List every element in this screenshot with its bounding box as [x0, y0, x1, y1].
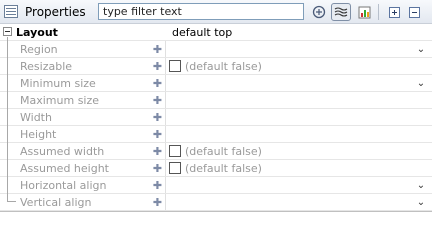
add-property-icon[interactable]: ✚ [150, 194, 166, 210]
sort-properties-button[interactable] [310, 3, 328, 21]
chevron-down-icon[interactable]: ⌄ [414, 75, 428, 91]
chevron-down-icon[interactable]: ⌄ [414, 194, 428, 210]
property-row-minimum-size[interactable]: Minimum size ✚ ⌄ [0, 75, 432, 92]
toolbar-separator [378, 4, 379, 20]
show-advanced-icon [334, 7, 348, 17]
property-group-layout[interactable]: Layout default top [0, 24, 432, 41]
chevron-down-icon[interactable]: ⌄ [414, 41, 428, 57]
add-property-icon[interactable]: ✚ [150, 75, 166, 91]
property-name: Resizable [20, 60, 73, 73]
tree-connector-end [7, 201, 16, 202]
property-row-maximum-size[interactable]: Maximum size ✚ [0, 92, 432, 109]
sort-properties-icon [312, 5, 326, 19]
group-name: Layout [16, 26, 58, 39]
group-value: default top [172, 26, 233, 39]
add-property-icon[interactable]: ✚ [150, 160, 166, 176]
property-value: (default false) [185, 60, 262, 73]
property-name: Horizontal align [20, 179, 107, 192]
panel-bottom-border [0, 211, 432, 212]
assumed-height-checkbox[interactable] [169, 162, 181, 174]
property-row-assumed-width[interactable]: Assumed width ✚ (default false) [0, 143, 432, 160]
group-spacer [150, 24, 166, 40]
property-row-vertical-align[interactable]: Vertical align ✚ ⌄ [0, 194, 432, 211]
property-value: (default false) [185, 162, 262, 175]
assumed-width-checkbox[interactable] [169, 145, 181, 157]
show-advanced-button[interactable] [331, 3, 351, 21]
collapse-all-button[interactable] [405, 3, 423, 21]
add-property-icon[interactable]: ✚ [150, 41, 166, 57]
add-property-icon[interactable]: ✚ [150, 109, 166, 125]
add-property-icon[interactable]: ✚ [150, 177, 166, 193]
property-grid: Layout default top Region ✚ ⌄ Resizable … [0, 24, 432, 211]
properties-view-icon [4, 5, 18, 18]
add-property-icon[interactable]: ✚ [150, 143, 166, 159]
panel-title: Properties [25, 5, 86, 19]
add-property-icon[interactable]: ✚ [150, 92, 166, 108]
property-row-assumed-height[interactable]: Assumed height ✚ (default false) [0, 160, 432, 177]
property-name: Height [20, 128, 57, 141]
add-property-icon[interactable]: ✚ [150, 126, 166, 142]
property-row-width[interactable]: Width ✚ [0, 109, 432, 126]
show-preferred-icon [358, 6, 370, 18]
property-name: Minimum size [20, 77, 96, 90]
property-row-region[interactable]: Region ✚ ⌄ [0, 41, 432, 58]
property-row-height[interactable]: Height ✚ [0, 126, 432, 143]
property-row-horizontal-align[interactable]: Horizontal align ✚ ⌄ [0, 177, 432, 194]
collapse-all-icon [408, 6, 420, 18]
properties-header: Properties [0, 0, 432, 24]
property-value: (default false) [185, 145, 262, 158]
expand-all-icon [388, 6, 400, 18]
tree-connector-line [7, 37, 8, 201]
property-name: Assumed height [20, 162, 109, 175]
property-name: Maximum size [20, 94, 100, 107]
resizable-checkbox[interactable] [169, 60, 181, 72]
property-name: Region [20, 43, 58, 56]
chevron-down-icon[interactable]: ⌄ [414, 177, 428, 193]
property-name: Width [20, 111, 52, 124]
expand-all-button[interactable] [385, 3, 403, 21]
collapse-group-icon[interactable] [3, 27, 12, 36]
filter-input[interactable] [98, 3, 304, 20]
add-property-icon[interactable]: ✚ [150, 58, 166, 74]
property-row-resizable[interactable]: Resizable ✚ (default false) [0, 58, 432, 75]
show-preferred-button[interactable] [355, 3, 373, 21]
property-name: Assumed width [20, 145, 105, 158]
property-name: Vertical align [20, 196, 92, 209]
